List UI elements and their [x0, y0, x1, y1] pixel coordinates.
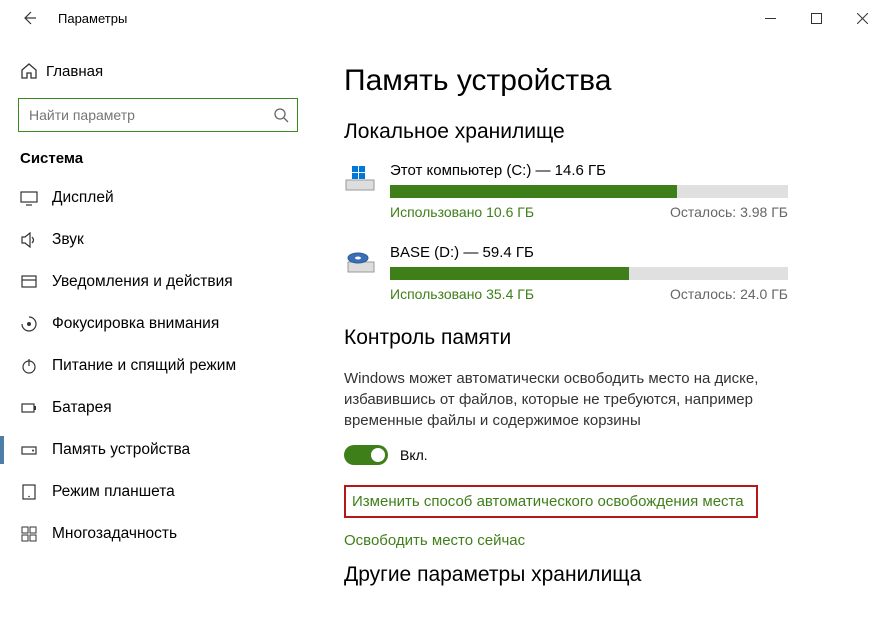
sidebar-item-label: Звук: [52, 231, 84, 249]
sidebar-item-tablet[interactable]: Режим планшета: [0, 471, 316, 513]
multitask-icon: [20, 525, 52, 543]
sidebar-item-label: Фокусировка внимания: [52, 315, 219, 333]
sidebar-item-label: Питание и спящий режим: [52, 357, 236, 375]
sidebar-item-label: Многозадачность: [52, 525, 177, 543]
drive-used-label: Использовано 35.4 ГБ: [390, 286, 534, 302]
sidebar-item-focus[interactable]: Фокусировка внимания: [0, 303, 316, 345]
drive-free-label: Осталось: 3.98 ГБ: [670, 204, 788, 220]
drive-name: Этот компьютер (C:) — 14.6 ГБ: [390, 162, 857, 179]
notifications-icon: [20, 273, 52, 291]
sidebar-item-power[interactable]: Питание и спящий режим: [0, 345, 316, 387]
drive-disk-icon: [344, 244, 390, 302]
drive-usage-bar: [390, 185, 788, 198]
sidebar-item-multitask[interactable]: Многозадачность: [0, 513, 316, 555]
main-content: Память устройства Локальное хранилище Эт…: [316, 36, 885, 633]
drive-usage-bar: [390, 267, 788, 280]
toggle-label: Вкл.: [400, 447, 428, 463]
drive-free-label: Осталось: 24.0 ГБ: [670, 286, 788, 302]
sidebar-item-label: Режим планшета: [52, 483, 175, 501]
display-icon: [20, 189, 52, 207]
sidebar-home[interactable]: Главная: [0, 50, 316, 92]
battery-icon: [20, 399, 52, 417]
search-input[interactable]: [29, 107, 273, 123]
tablet-icon: [20, 483, 52, 501]
sidebar: Главная Система Дисплей Звук Уведомления…: [0, 36, 316, 633]
sidebar-item-label: Батарея: [52, 399, 112, 417]
storage-sense-description: Windows может автоматически освободить м…: [344, 368, 764, 431]
back-button[interactable]: [18, 10, 40, 26]
search-box[interactable]: [18, 98, 298, 132]
sidebar-item-display[interactable]: Дисплей: [0, 177, 316, 219]
sidebar-item-notifications[interactable]: Уведомления и действия: [0, 261, 316, 303]
minimize-button[interactable]: [747, 3, 793, 33]
sidebar-item-battery[interactable]: Батарея: [0, 387, 316, 429]
sidebar-item-label: Дисплей: [52, 189, 114, 207]
drive-name: BASE (D:) — 59.4 ГБ: [390, 244, 857, 261]
power-icon: [20, 357, 52, 375]
sound-icon: [20, 231, 52, 249]
link-change-auto-free[interactable]: Изменить способ автоматического освобожд…: [344, 485, 758, 518]
storage-icon: [20, 441, 52, 459]
sidebar-item-label: Уведомления и действия: [52, 273, 233, 291]
maximize-button[interactable]: [793, 3, 839, 33]
drive-used-label: Использовано 10.6 ГБ: [390, 204, 534, 220]
other-storage-heading: Другие параметры хранилища: [344, 563, 857, 587]
home-icon: [20, 62, 46, 80]
drive-system-icon: [344, 162, 390, 220]
sidebar-item-sound[interactable]: Звук: [0, 219, 316, 261]
drive-d[interactable]: BASE (D:) — 59.4 ГБ Использовано 35.4 ГБ…: [344, 244, 857, 302]
drive-c[interactable]: Этот компьютер (C:) — 14.6 ГБ Использова…: [344, 162, 857, 220]
focus-icon: [20, 315, 52, 333]
sidebar-item-storage[interactable]: Память устройства: [0, 429, 316, 471]
storage-sense-toggle[interactable]: [344, 445, 388, 465]
search-icon: [273, 107, 289, 123]
close-button[interactable]: [839, 3, 885, 33]
window-title: Параметры: [58, 11, 127, 26]
page-title: Память устройства: [344, 64, 857, 98]
storage-sense-heading: Контроль памяти: [344, 326, 857, 350]
sidebar-item-label: Память устройства: [52, 441, 190, 459]
titlebar: Параметры: [0, 0, 885, 36]
sidebar-home-label: Главная: [46, 63, 103, 80]
local-storage-heading: Локальное хранилище: [344, 120, 857, 144]
sidebar-section-heading: Система: [0, 150, 316, 177]
link-free-now[interactable]: Освободить место сейчас: [344, 532, 857, 549]
